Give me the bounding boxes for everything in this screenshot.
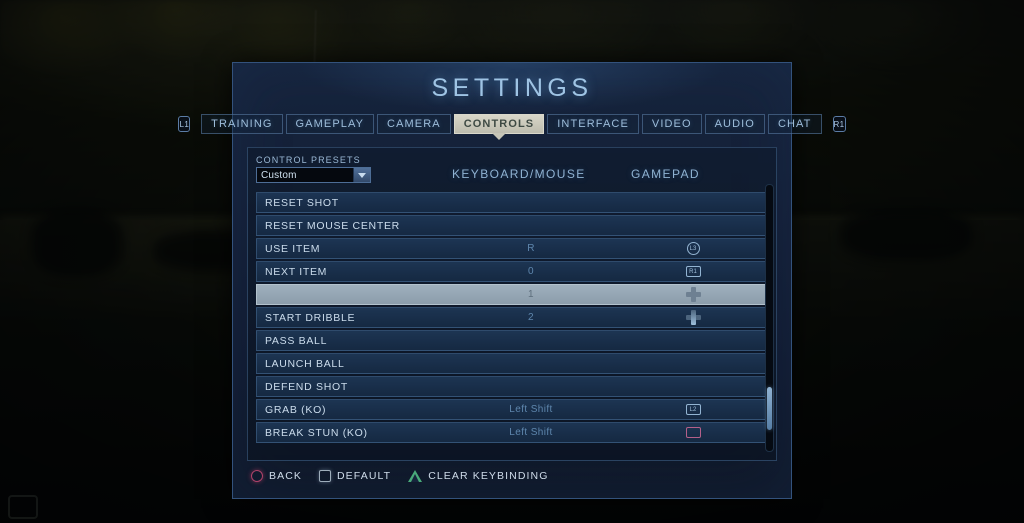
keybinding-list: RESET SHOT RESET MOUSE CENTER USE ITEM R L3 N… (256, 192, 768, 443)
table-row[interactable]: 1 (256, 284, 768, 305)
tab-video[interactable]: VIDEO (641, 114, 702, 134)
table-row[interactable]: RESET MOUSE CENTER (256, 215, 768, 236)
footer-hint-default[interactable]: DEFAULT (319, 470, 391, 482)
control-presets-label: CONTROL PRESETS (256, 155, 361, 165)
dpad-down-icon (685, 310, 701, 325)
keybinding-action-label: NEXT ITEM (265, 265, 328, 278)
keybinding-action-label: LAUNCH BALL (265, 357, 345, 370)
hud-box-icon (8, 495, 38, 519)
chevron-down-icon[interactable] (353, 168, 370, 182)
keybinding-gamepad-value[interactable]: R1 (619, 266, 767, 277)
column-header-gamepad: GAMEPAD (631, 167, 700, 181)
l3-stick-icon: L3 (686, 242, 700, 255)
hud-corner (8, 495, 45, 519)
table-row[interactable]: BREAK STUN (KO) Left Shift (256, 422, 768, 443)
tab-audio[interactable]: AUDIO (704, 114, 765, 134)
footer-hint-clear-keybinding[interactable]: CLEAR KEYBINDING (408, 470, 548, 482)
footer-hint-label: DEFAULT (337, 470, 392, 482)
keybinding-keyboard-value[interactable]: 2 (443, 312, 619, 323)
keybinding-action-label: GRAB (KO) (265, 403, 327, 416)
tab-gameplay[interactable]: GAMEPLAY (285, 114, 375, 134)
keybinding-action-label: RESET SHOT (265, 196, 339, 209)
keybinding-gamepad-value[interactable] (619, 427, 767, 438)
keybinding-gamepad-value[interactable] (619, 287, 767, 302)
control-presets-group: CONTROL PRESETS Custom (256, 155, 436, 183)
square-button-icon (685, 427, 701, 438)
keybinding-action-label: USE ITEM (265, 242, 321, 255)
scrollbar-thumb[interactable] (767, 387, 772, 430)
keybinding-action-label: RESET MOUSE CENTER (265, 219, 400, 232)
keybinding-action-label: START DRIBBLE (265, 311, 356, 324)
controls-body: CONTROL PRESETS Custom KEYBOARD/MOUSE GA… (247, 147, 777, 461)
keybinding-scrollbar[interactable] (765, 184, 774, 452)
column-header-keyboard-mouse: KEYBOARD/MOUSE (452, 167, 586, 181)
keybinding-action-label: DEFEND SHOT (265, 380, 348, 393)
tab-bar: L1 TRAINING GAMEPLAY CAMERA CONTROLS INTERFA… (178, 112, 846, 136)
table-row[interactable]: LAUNCH BALL (256, 353, 768, 374)
keybinding-gamepad-value[interactable]: L2 (619, 404, 767, 415)
keybinding-keyboard-value[interactable]: 1 (443, 289, 619, 300)
table-row[interactable]: NEXT ITEM 0 R1 (256, 261, 768, 282)
table-row[interactable]: USE ITEM R L3 (256, 238, 768, 259)
tab-list: TRAINING GAMEPLAY CAMERA CONTROLS INTERFACE V… (201, 114, 822, 134)
tab-chat[interactable]: CHAT (767, 114, 822, 134)
table-row[interactable]: GRAB (KO) Left Shift L2 (256, 399, 768, 420)
keybinding-keyboard-value[interactable]: 0 (443, 266, 619, 277)
footer-hint-back[interactable]: BACK (251, 470, 302, 482)
keybinding-gamepad-value[interactable]: L3 (619, 242, 767, 255)
tab-camera[interactable]: CAMERA (377, 114, 451, 134)
keybinding-action-label: PASS BALL (265, 334, 328, 347)
footer-hints: BACK DEFAULT CLEAR KEYBINDING (251, 470, 548, 482)
left-bumper-hint[interactable]: L1 (178, 116, 191, 132)
triangle-button-icon (408, 470, 423, 482)
keybinding-keyboard-value[interactable]: Left Shift (443, 427, 619, 438)
control-presets-row: CONTROL PRESETS Custom KEYBOARD/MOUSE GA… (256, 155, 768, 191)
page-title: SETTINGS (431, 74, 593, 102)
footer-hint-label: CLEAR KEYBINDING (428, 470, 549, 482)
keybinding-action-label: BREAK STUN (KO) (265, 426, 368, 439)
l2-button-icon: L2 (685, 404, 701, 415)
control-presets-dropdown[interactable]: Custom (256, 167, 371, 183)
table-row[interactable]: START DRIBBLE 2 (256, 307, 768, 328)
control-presets-value: Custom (261, 169, 297, 181)
circle-button-icon (251, 470, 263, 482)
table-row[interactable]: PASS BALL (256, 330, 768, 351)
settings-panel: SETTINGS L1 TRAINING GAMEPLAY CAMERA CONTRO… (178, 62, 846, 499)
right-bumper-hint[interactable]: R1 (832, 116, 846, 132)
table-row[interactable]: DEFEND SHOT (256, 376, 768, 397)
square-button-icon (319, 470, 331, 482)
dpad-icon (685, 287, 701, 302)
tab-controls[interactable]: CONTROLS (453, 114, 545, 134)
tab-training[interactable]: TRAINING (201, 114, 283, 134)
keybinding-keyboard-value[interactable]: R (443, 243, 619, 254)
table-row[interactable]: RESET SHOT (256, 192, 768, 213)
keybinding-keyboard-value[interactable]: Left Shift (443, 404, 619, 415)
footer-hint-label: BACK (269, 470, 302, 482)
keybinding-gamepad-value[interactable] (619, 310, 767, 325)
r1-button-icon: R1 (685, 266, 701, 277)
tab-interface[interactable]: INTERFACE (547, 114, 639, 134)
